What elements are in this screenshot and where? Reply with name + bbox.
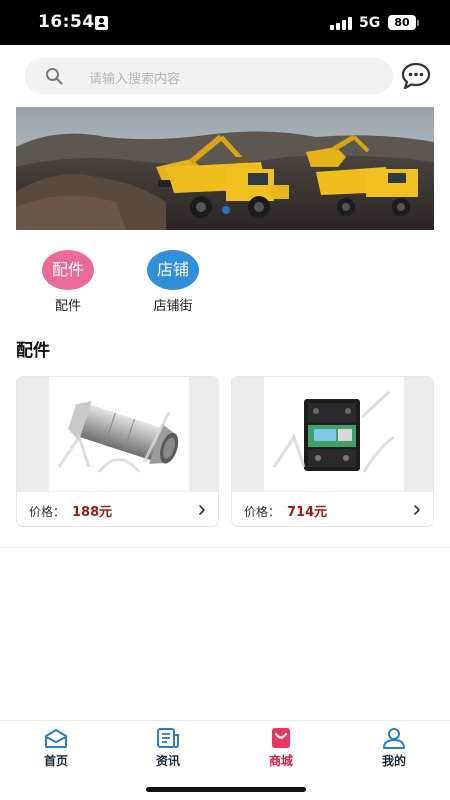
divider xyxy=(17,491,218,492)
section-divider xyxy=(0,547,450,548)
product-card[interactable]: 价格： 714元 xyxy=(231,376,434,527)
cellular-signal-icon xyxy=(330,17,352,30)
network-type: 5G xyxy=(359,15,381,31)
category-label: 配件 xyxy=(54,299,81,314)
price-value: 188元 xyxy=(72,505,113,520)
shop-badge-icon: 店铺 xyxy=(147,250,199,290)
price-label: 价格： xyxy=(244,505,281,519)
tab-profile[interactable]: 我的 xyxy=(364,727,424,769)
battery-tip xyxy=(417,20,419,26)
category-parts[interactable]: 配件 配件 xyxy=(28,250,108,314)
check-valve-product-image xyxy=(49,377,189,491)
news-icon xyxy=(157,728,179,748)
parts-badge-icon: 配件 xyxy=(42,250,94,290)
tab-mall[interactable]: 商城 xyxy=(251,727,311,769)
shopping-bag-icon xyxy=(272,728,290,748)
search-bar[interactable]: 请输入搜索内容 xyxy=(25,58,393,94)
tab-label: 资讯 xyxy=(155,754,180,768)
product-image-frame xyxy=(17,377,218,491)
id-card-icon xyxy=(95,16,108,30)
chevron-right-icon xyxy=(199,505,205,515)
tab-home[interactable]: 首页 xyxy=(26,727,86,769)
battery-icon: 80 xyxy=(388,15,416,30)
mining-trucks-banner-image xyxy=(16,107,434,230)
section-title: 配件 xyxy=(16,341,50,361)
tab-label: 商城 xyxy=(268,754,293,768)
home-icon xyxy=(45,729,67,748)
divider xyxy=(232,491,433,492)
promo-banner[interactable] xyxy=(16,107,434,230)
motor-protector-product-image xyxy=(264,377,404,491)
tab-label: 首页 xyxy=(43,754,68,768)
search-icon xyxy=(46,68,63,85)
home-indicator[interactable] xyxy=(146,787,306,792)
category-label: 店铺街 xyxy=(153,299,193,314)
price-value: 714元 xyxy=(287,505,328,520)
price-label: 价格： xyxy=(29,505,66,519)
status-bar: 16:54 5G 80 xyxy=(0,0,450,45)
status-time: 16:54 xyxy=(38,12,95,32)
tab-news[interactable]: 资讯 xyxy=(138,727,198,769)
chat-bubble-icon[interactable] xyxy=(401,62,431,90)
category-shop-street[interactable]: 店铺 店铺街 xyxy=(133,250,213,314)
tab-label: 我的 xyxy=(381,754,406,768)
product-image-frame xyxy=(232,377,433,491)
product-card[interactable]: 价格： 188元 xyxy=(16,376,219,527)
search-input[interactable]: 请输入搜索内容 xyxy=(89,68,180,87)
user-icon xyxy=(383,728,405,749)
chevron-right-icon xyxy=(414,505,420,515)
